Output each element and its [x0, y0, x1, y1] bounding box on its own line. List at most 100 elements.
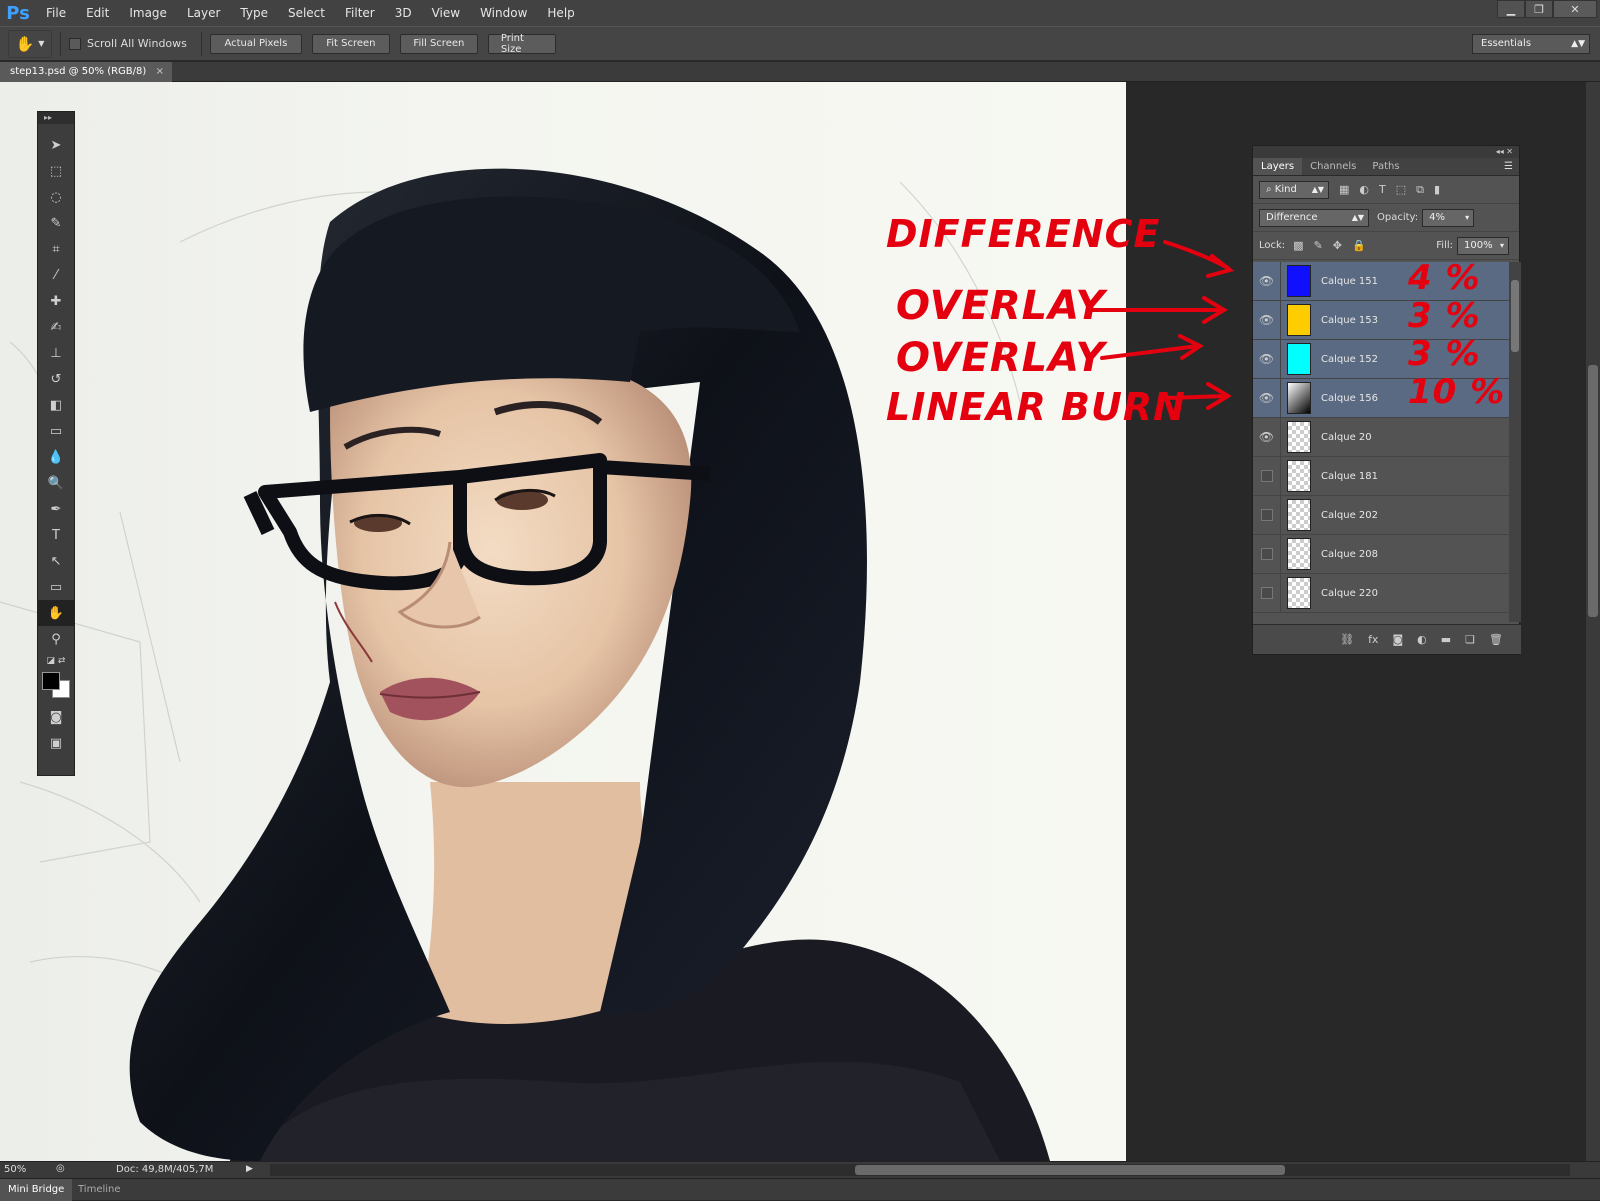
arrow-4	[1166, 394, 1228, 400]
tab-mini-bridge[interactable]: Mini Bridge	[0, 1179, 73, 1201]
layer-row[interactable]: 👁 Calque 20	[1253, 417, 1509, 457]
adjustment-filter-icon[interactable]: ◐	[1359, 183, 1369, 196]
new-group-icon[interactable]: ▬	[1441, 633, 1451, 646]
visibility-toggle[interactable]	[1253, 495, 1281, 535]
status-bar: 50% ◎ Doc: 49,8M/405,7M ▶	[0, 1161, 1600, 1178]
layer-thumbnail	[1287, 421, 1311, 453]
layer-thumbnail	[1287, 577, 1311, 609]
blend-mode-value: Difference	[1266, 211, 1318, 223]
fill-value: 100%	[1464, 239, 1493, 251]
layer-thumbnail	[1287, 343, 1311, 375]
tab-layers[interactable]: Layers	[1253, 158, 1303, 175]
annotation-percent-3: 3 %	[1408, 334, 1481, 374]
layer-row[interactable]: Calque 202	[1253, 495, 1509, 535]
eye-icon: 👁	[1258, 313, 1275, 327]
status-menu-icon[interactable]: ▶	[246, 1164, 253, 1174]
pixel-filter-icon[interactable]: ▦	[1339, 183, 1349, 196]
chevron-down-icon: ▲▼	[1311, 184, 1324, 194]
link-layers-icon[interactable]: ⛓	[1340, 633, 1354, 646]
opacity-label: Opacity:	[1377, 212, 1419, 223]
visibility-toggle[interactable]	[1253, 573, 1281, 613]
filter-kind-label: Kind	[1274, 183, 1297, 195]
chevron-down-icon: ▲▼	[1351, 212, 1364, 222]
bottom-panel-tabs: Mini Bridge Timeline	[0, 1178, 1600, 1201]
eye-icon: 👁	[1258, 274, 1275, 288]
layer-name: Calque 181	[1321, 470, 1378, 482]
eye-icon: 👁	[1258, 391, 1275, 405]
layer-row[interactable]: Calque 220	[1253, 573, 1509, 613]
tab-channels[interactable]: Channels	[1302, 158, 1364, 175]
layer-thumbnail	[1287, 499, 1311, 531]
hidden-icon	[1260, 548, 1273, 560]
hidden-icon	[1260, 470, 1273, 482]
blend-mode-select[interactable]: Difference ▲▼	[1259, 208, 1369, 227]
eye-icon: 👁	[1258, 430, 1275, 444]
annotation-percent-2: 3 %	[1408, 296, 1481, 336]
eye-icon: 👁	[1258, 352, 1275, 366]
zoom-level[interactable]: 50%	[4, 1164, 26, 1175]
layer-name: Calque 153	[1321, 314, 1378, 326]
lock-position-icon[interactable]: ✥	[1333, 239, 1342, 252]
hidden-icon	[1260, 587, 1273, 599]
adjustment-layer-icon[interactable]: ◐	[1417, 633, 1427, 646]
layer-thumbnail	[1287, 460, 1311, 492]
layer-name: Calque 202	[1321, 509, 1378, 521]
type-filter-icon[interactable]: T	[1379, 183, 1386, 196]
chevron-down-icon: ▾	[1465, 212, 1470, 222]
annotation-percent-4: 10 %	[1408, 372, 1506, 412]
scrollbar-thumb[interactable]	[855, 1165, 1285, 1175]
layers-scrollbar[interactable]	[1509, 262, 1521, 622]
horizontal-scrollbar[interactable]	[270, 1164, 1570, 1176]
layer-name: Calque 151	[1321, 275, 1378, 287]
layer-name: Calque 20	[1321, 431, 1372, 443]
shape-filter-icon[interactable]: ⬚	[1396, 183, 1406, 196]
tab-paths[interactable]: Paths	[1364, 158, 1407, 175]
new-layer-icon[interactable]: ❏	[1465, 633, 1475, 646]
visibility-toggle[interactable]: 👁	[1253, 262, 1281, 301]
visibility-toggle[interactable]: 👁	[1253, 417, 1281, 457]
filter-row: ⌕ Kind ▲▼ ▦ ◐ T ⬚ ⧉ ▮	[1253, 176, 1519, 204]
filter-kind-select[interactable]: ⌕ Kind ▲▼	[1259, 180, 1329, 199]
layer-name: Calque 152	[1321, 353, 1378, 365]
scrollbar-thumb[interactable]	[1511, 280, 1519, 352]
fill-input[interactable]: 100% ▾	[1457, 236, 1509, 255]
visibility-toggle[interactable]	[1253, 534, 1281, 574]
opacity-input[interactable]: 4% ▾	[1422, 208, 1475, 227]
layer-name: Calque 208	[1321, 548, 1378, 560]
layer-thumbnail	[1287, 265, 1311, 297]
panel-collapse-icon[interactable]: ◂◂ ✕	[1253, 146, 1519, 158]
lock-all-icon[interactable]: 🔒	[1352, 239, 1366, 252]
layer-name: Calque 220	[1321, 587, 1378, 599]
layer-row[interactable]: Calque 208	[1253, 534, 1509, 574]
filter-toggle-icon[interactable]: ▮	[1434, 183, 1440, 196]
fill-label: Fill:	[1436, 240, 1453, 251]
hidden-icon	[1260, 509, 1273, 521]
layer-name: Calque 156	[1321, 392, 1378, 404]
lock-row: Lock: ▩ ✎ ✥ 🔒 Fill: 100% ▾	[1253, 232, 1519, 260]
layer-row[interactable]: Calque 181	[1253, 456, 1509, 496]
blend-row: Difference ▲▼ Opacity: 4% ▾	[1253, 204, 1519, 232]
opacity-value: 4%	[1429, 211, 1445, 223]
visibility-toggle[interactable]: 👁	[1253, 378, 1281, 418]
layer-thumbnail	[1287, 382, 1311, 414]
add-mask-icon[interactable]: ◙	[1392, 633, 1403, 646]
status-icon[interactable]: ◎	[56, 1163, 65, 1174]
smart-object-filter-icon[interactable]: ⧉	[1416, 183, 1424, 197]
lock-transparent-icon[interactable]: ▩	[1293, 239, 1303, 252]
visibility-toggle[interactable]: 👁	[1253, 339, 1281, 379]
layer-thumbnail	[1287, 538, 1311, 570]
document-info: Doc: 49,8M/405,7M	[116, 1164, 214, 1175]
trash-icon[interactable]: 🗑	[1489, 633, 1503, 646]
tab-timeline[interactable]: Timeline	[70, 1179, 129, 1201]
layers-footer: ⛓ fx ◙ ◐ ▬ ❏ 🗑	[1253, 624, 1521, 654]
panel-menu-icon[interactable]: ☰	[1504, 158, 1519, 175]
annotation-percent-1: 4 %	[1408, 258, 1481, 298]
lock-image-icon[interactable]: ✎	[1314, 239, 1323, 252]
visibility-toggle[interactable]	[1253, 456, 1281, 496]
panel-tabs: Layers Channels Paths ☰	[1253, 158, 1519, 176]
chevron-down-icon: ▾	[1499, 240, 1504, 250]
lock-label: Lock:	[1259, 240, 1286, 251]
fx-icon[interactable]: fx	[1368, 633, 1378, 646]
arrow-1	[1163, 240, 1230, 270]
visibility-toggle[interactable]: 👁	[1253, 300, 1281, 340]
